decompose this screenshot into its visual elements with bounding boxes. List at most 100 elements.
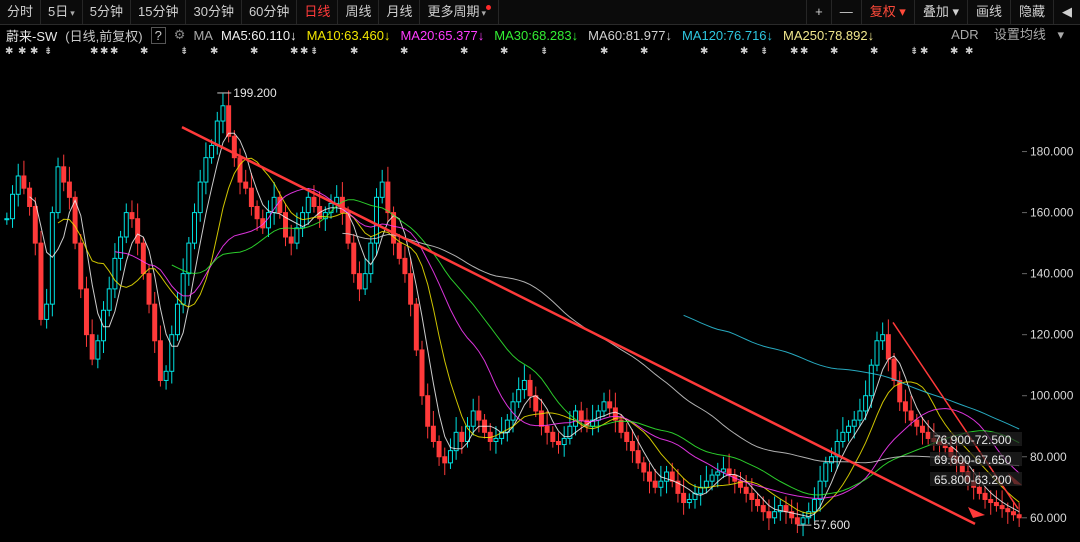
- toolbar-right-button-0[interactable]: +: [806, 0, 831, 24]
- candle-body: [817, 480, 823, 500]
- ma-settings[interactable]: ADR 设置均线 ▾: [951, 25, 1064, 45]
- event-marker-icon[interactable]: ✱: [600, 46, 608, 57]
- candle-body: [556, 440, 561, 446]
- event-marker-icon[interactable]: ✱: [790, 46, 798, 57]
- event-marker-icon[interactable]: ⇟: [310, 46, 318, 57]
- toolbar-right-button-2[interactable]: 复权 ▾: [860, 0, 914, 24]
- candle-body: [157, 340, 163, 381]
- event-marker-icon[interactable]: ✱: [90, 46, 98, 57]
- event-marker-icon[interactable]: ✱: [210, 46, 218, 57]
- candle-body: [618, 419, 624, 433]
- event-marker-icon[interactable]: ✱: [290, 46, 298, 57]
- event-marker-icon[interactable]: ✱: [30, 46, 38, 57]
- toolbar-right-button-5[interactable]: 隐藏: [1009, 0, 1053, 24]
- period-tab-1[interactable]: 5日 ▾: [41, 0, 83, 24]
- event-marker-icon[interactable]: ⇟: [540, 46, 548, 57]
- y-tick-label: 100.000: [1030, 389, 1074, 403]
- candle-body: [374, 196, 379, 244]
- event-marker-icon[interactable]: ✱: [140, 46, 148, 57]
- event-marker-icon[interactable]: ✱: [800, 46, 808, 57]
- candle-body: [379, 181, 385, 198]
- candle-body: [914, 419, 920, 427]
- candle-body: [197, 181, 203, 214]
- event-marker-icon[interactable]: ✱: [110, 46, 118, 57]
- candle-body: [470, 410, 476, 427]
- ma30-line: [171, 199, 1020, 496]
- candle-body: [624, 431, 630, 442]
- toolbar-right-button-4[interactable]: 画线: [966, 0, 1010, 24]
- candle-body: [351, 242, 357, 275]
- chevron-down-icon: ▾: [481, 8, 487, 18]
- candle-body: [715, 471, 721, 476]
- candle-body: [641, 462, 647, 473]
- candle-body: [368, 242, 374, 275]
- candle-body: [61, 166, 67, 183]
- event-marker-icon[interactable]: ⇟: [44, 46, 52, 57]
- period-tab-3[interactable]: 15分钟: [131, 0, 187, 24]
- event-marker-icon[interactable]: ✱: [300, 46, 308, 57]
- event-marker-icon[interactable]: ✱: [100, 46, 108, 57]
- period-tab-9[interactable]: 更多周期 ▾: [420, 0, 500, 24]
- event-marker-icon[interactable]: ✱: [5, 46, 13, 57]
- event-marker-icon[interactable]: ✱: [950, 46, 958, 57]
- period-tab-4[interactable]: 30分钟: [186, 0, 242, 24]
- period-tab-7[interactable]: 周线: [338, 0, 380, 24]
- range-label: 65.800-63.200: [934, 473, 1012, 487]
- period-tab-6[interactable]: 日线: [297, 0, 339, 24]
- period-tab-2[interactable]: 5分钟: [83, 0, 132, 24]
- ma120-line: [683, 314, 1020, 430]
- ma-label: MA: [193, 27, 213, 43]
- event-marker-icon[interactable]: ✱: [920, 46, 928, 57]
- candle-body: [106, 288, 112, 311]
- event-marker-icon[interactable]: ✱: [500, 46, 508, 57]
- range-label: 69.600-67.650: [934, 453, 1012, 467]
- gear-icon[interactable]: ⚙: [174, 27, 186, 43]
- candle-body: [192, 212, 198, 244]
- candle-body: [811, 498, 817, 513]
- candle-body: [874, 340, 880, 366]
- event-marker-icon[interactable]: ✱: [870, 46, 878, 57]
- candle-body: [243, 181, 249, 189]
- kline-chart[interactable]: 180.000 160.000 140.000 120.000 100.000 80.00…: [0, 60, 1080, 542]
- event-marker-icon[interactable]: ✱: [700, 46, 708, 57]
- period-tab-8[interactable]: 月线: [379, 0, 421, 24]
- candle-body: [436, 440, 442, 458]
- help-icon[interactable]: ?: [150, 26, 166, 44]
- event-marker-icon[interactable]: ⇟: [180, 46, 188, 57]
- event-marker-icon[interactable]: ✱: [640, 46, 648, 57]
- toolbar-right-button-1[interactable]: —: [830, 0, 861, 24]
- toolbar-right-button-3[interactable]: 叠加 ▾: [913, 0, 967, 24]
- event-marker-icon[interactable]: ✱: [740, 46, 748, 57]
- settings-ma-button[interactable]: 设置均线: [994, 27, 1046, 42]
- candle-body: [800, 517, 806, 525]
- event-marker-icon[interactable]: ✱: [350, 46, 358, 57]
- candle-body: [760, 505, 766, 513]
- event-marker-icon[interactable]: ✱: [250, 46, 258, 57]
- y-tick-label: 160.000: [1030, 206, 1074, 220]
- candle-body: [783, 505, 789, 513]
- event-marker-icon[interactable]: ✱: [965, 46, 973, 57]
- candle-body: [55, 166, 61, 214]
- chart-mode: (日线,前复权): [65, 28, 143, 44]
- event-marker-icon[interactable]: ✱: [460, 46, 468, 57]
- candle-body: [629, 440, 635, 452]
- candle-body: [220, 105, 226, 122]
- event-marker-icon[interactable]: ✱: [400, 46, 408, 57]
- toolbar-right-button-6[interactable]: ◀: [1053, 0, 1080, 24]
- period-tab-5[interactable]: 60分钟: [242, 0, 298, 24]
- candle-body: [647, 471, 652, 482]
- candle-body: [993, 502, 999, 507]
- ma-list: MA5:60.110↓ MA10:63.460↓ MA20:65.377↓ MA30:…: [221, 28, 884, 43]
- candle-body: [140, 242, 146, 275]
- candle-body: [413, 303, 419, 351]
- candle-body: [1005, 508, 1011, 513]
- event-marker-icon[interactable]: ✱: [830, 46, 838, 57]
- adr-toggle[interactable]: ADR: [951, 27, 978, 42]
- event-marker-icon[interactable]: ✱: [18, 46, 26, 57]
- event-marker-icon[interactable]: ⇟: [760, 46, 768, 57]
- candle-body: [908, 410, 914, 421]
- candle-body: [396, 242, 402, 259]
- ma-value-5: MA120:76.716↓: [681, 27, 774, 43]
- event-marker-icon[interactable]: ⇟: [910, 46, 918, 57]
- period-tab-0[interactable]: 分时: [0, 0, 42, 24]
